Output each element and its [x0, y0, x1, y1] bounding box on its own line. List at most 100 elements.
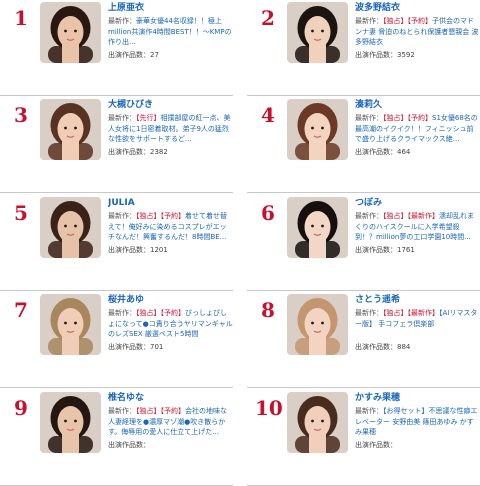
- latest-work[interactable]: 最新作：【独占】【予約】着せて着せ替えて！俺好みに染めるコスプレがエッチなんだ！…: [108, 211, 233, 242]
- work-tag: 【予約】: [407, 17, 433, 25]
- work-count: 出演作品数：701: [108, 342, 233, 352]
- actress-info: 桜井あゆ 最新作：【独占】【予約】ぴっしょぴしょになって●コ責り合うヤリマンギャ…: [108, 294, 233, 352]
- ranking-card[interactable]: 10 かすみ果穂 最新作：【お得セット】不思議な性癖エレベーター 安野由美 篠田…: [247, 390, 480, 486]
- actress-photo[interactable]: [40, 392, 101, 453]
- actress-photo[interactable]: [287, 197, 348, 258]
- latest-label: 最新作：: [108, 309, 136, 317]
- actress-name-link[interactable]: 桜井あゆ: [108, 294, 233, 307]
- latest-work[interactable]: 最新作：【独占】【予約】会社の地味な人妻経理を●濃厚マゾ潮●吹き散らかす。侮辱用…: [108, 406, 233, 437]
- work-count-value: 27: [150, 51, 159, 59]
- rank-number: 7: [14, 298, 28, 322]
- work-count-value: 1761: [397, 246, 415, 254]
- latest-label: 最新作：: [355, 17, 383, 25]
- work-count-value: 884: [397, 343, 411, 351]
- ranking-card[interactable]: 7 桜井あゆ 最新作：【独占】【予約】ぴっしょぴしょになって●コ責り合うヤリマン…: [0, 292, 233, 388]
- rank-number: 1: [14, 6, 28, 30]
- work-count-label: 出演作品数：: [355, 246, 397, 254]
- actress-name-link[interactable]: さとう遥希: [355, 294, 480, 307]
- work-tag: 【独占】: [136, 212, 161, 220]
- rank-number: 3: [14, 103, 28, 127]
- latest-label: 最新作：: [108, 212, 136, 220]
- actress-info: 大槻ひびき 最新作：【先行】相撲部屋の紅一点、美人女将に1日密着取材。弟子9人の…: [108, 99, 233, 157]
- work-count-label: 出演作品数：: [355, 51, 397, 59]
- latest-work[interactable]: 最新作：【独占】【最新作】【AIリマスター版】 手コフェラ倶楽部: [355, 308, 480, 339]
- work-count-value: 464: [397, 148, 411, 156]
- work-tag: 【予約】: [160, 407, 186, 415]
- actress-name-link[interactable]: かすみ果穂: [355, 392, 480, 405]
- rank-number: 8: [261, 298, 275, 322]
- work-tag: 【独占】: [383, 17, 408, 25]
- ranking-card[interactable]: 2 波多野結衣 最新作：【独占】【予約】子供会のマドンナ妻 脅迫のねとられ保護者…: [247, 0, 480, 96]
- actress-info: つぼみ 最新作：【独占】【最新作】濡却乱れまくりのハイスクールに入学希望殺到！？…: [355, 197, 480, 255]
- work-count: 出演作品数：1761: [355, 245, 480, 255]
- ranking-card[interactable]: 8 さとう遥希 最新作：【独占】【最新作】【AIリマスター版】 手コフェラ倶楽部…: [247, 292, 480, 388]
- actress-info: JULIA 最新作：【独占】【予約】着せて着せ替えて！俺好みに染めるコスプレがエ…: [108, 197, 233, 255]
- latest-label: 最新作：: [108, 17, 136, 25]
- rank-number: 2: [261, 6, 275, 30]
- rank-number: 9: [14, 396, 28, 420]
- ranking-card[interactable]: 3 大槻ひびき 最新作：【先行】相撲部屋の紅一点、美人女将に1日密着取材。弟子9…: [0, 97, 233, 193]
- work-count-value: 701: [150, 343, 164, 351]
- actress-photo[interactable]: [40, 294, 101, 355]
- work-tag: 【独占】: [136, 309, 161, 317]
- latest-work[interactable]: 最新作：【独占】【予約】ぴっしょぴしょになって●コ責り合うヤリマンギャルのレズS…: [108, 308, 233, 339]
- latest-work[interactable]: 最新作：豪華女優44名収録！！極上million共演作4時間BEST！！～KMP…: [108, 16, 233, 47]
- work-count: 出演作品数：2382: [108, 147, 233, 157]
- actress-info: 上原亜衣 最新作：豪華女優44名収録！！極上million共演作4時間BEST！…: [108, 2, 233, 60]
- latest-label: 最新作：: [355, 114, 383, 122]
- actress-name-link[interactable]: 椎名ゆな: [108, 392, 233, 405]
- latest-work[interactable]: 最新作：【独占】【予約】子供会のマドンナ妻 脅迫のねとられ保護者懇親会 波多野結…: [355, 16, 480, 47]
- work-count-label: 出演作品数：: [108, 246, 150, 254]
- actress-name-link[interactable]: 湊莉久: [355, 99, 480, 112]
- work-count: 出演作品数：3592: [355, 50, 480, 60]
- ranking-card[interactable]: 4 湊莉久 最新作：【独占】【予約】S1女優68名の最高潮のイクイク！！フィニッ…: [247, 97, 480, 193]
- work-count-label: 出演作品数：: [108, 148, 150, 156]
- actress-name-link[interactable]: 大槻ひびき: [108, 99, 233, 112]
- ranking-card[interactable]: 6 つぼみ 最新作：【独占】【最新作】濡却乱れまくりのハイスクールに入学希望殺到…: [247, 195, 480, 291]
- actress-name-link[interactable]: 波多野結衣: [355, 2, 480, 15]
- latest-work[interactable]: 最新作：【独占】【最新作】濡却乱れまくりのハイスクールに入学希望殺到！？mill…: [355, 211, 480, 242]
- work-tag: 【最新作】: [407, 309, 440, 317]
- actress-photo[interactable]: [287, 2, 348, 63]
- work-count-value: 2382: [150, 148, 168, 156]
- latest-work[interactable]: 最新作：【先行】相撲部屋の紅一点、美人女将に1日密着取材。弟子9人の猛烈な性欲を…: [108, 113, 233, 144]
- actress-photo[interactable]: [40, 99, 101, 160]
- actress-photo[interactable]: [40, 197, 101, 258]
- work-count-label: 出演作品数：: [108, 441, 150, 449]
- ranking-card[interactable]: 5 JULIA 最新作：【独占】【予約】着せて着せ替えて！俺好みに染めるコスプレ…: [0, 195, 233, 291]
- work-count: 出演作品数：1201: [108, 245, 233, 255]
- work-count-value: 3592: [397, 51, 415, 59]
- work-count: 出演作品数：884: [355, 342, 480, 352]
- latest-label: 最新作：: [355, 212, 383, 220]
- actress-info: さとう遥希 最新作：【独占】【最新作】【AIリマスター版】 手コフェラ倶楽部 出…: [355, 294, 480, 352]
- actress-photo[interactable]: [287, 392, 348, 453]
- work-count: 出演作品数：464: [355, 147, 480, 157]
- work-tag: 【予約】: [160, 309, 186, 317]
- work-tag: 【独占】: [136, 407, 161, 415]
- work-count-label: 出演作品数：: [108, 343, 150, 351]
- work-tag: 【独占】: [383, 114, 408, 122]
- latest-label: 最新作：: [355, 407, 383, 415]
- actress-info: かすみ果穂 最新作：【お得セット】不思議な性癖エレベーター 安野由美 篠田あゆみ…: [355, 392, 480, 450]
- actress-photo[interactable]: [287, 294, 348, 355]
- work-tag: 【独占】: [383, 309, 408, 317]
- work-tag: 【独占】: [383, 212, 408, 220]
- latest-work[interactable]: 最新作：【お得セット】不思議な性癖エレベーター 安野由美 篠田あゆみ かすみ果穂: [355, 406, 480, 437]
- work-count: 出演作品数：27: [108, 50, 233, 60]
- rank-number: 6: [261, 201, 275, 225]
- work-tag: 【先行】: [136, 114, 161, 122]
- actress-info: 椎名ゆな 最新作：【独占】【予約】会社の地味な人妻経理を●濃厚マゾ潮●吹き散らか…: [108, 392, 233, 450]
- latest-work[interactable]: 最新作：【独占】【予約】S1女優68名の最高潮のイクイク！！フィニッシュ前で盛り…: [355, 113, 480, 144]
- actress-name-link[interactable]: つぼみ: [355, 197, 480, 210]
- ranking-card[interactable]: 9 椎名ゆな 最新作：【独占】【予約】会社の地味な人妻経理を●濃厚マゾ潮●吹き散…: [0, 390, 233, 486]
- actress-name-link[interactable]: 上原亜衣: [108, 2, 233, 15]
- rank-number: 4: [261, 103, 275, 127]
- actress-info: 湊莉久 最新作：【独占】【予約】S1女優68名の最高潮のイクイク！！フィニッシュ…: [355, 99, 480, 157]
- actress-photo[interactable]: [287, 99, 348, 160]
- rank-number: 10: [255, 396, 283, 420]
- actress-photo[interactable]: [40, 2, 101, 63]
- rank-number: 5: [14, 201, 28, 225]
- work-count-value: 1201: [150, 246, 168, 254]
- actress-name-link[interactable]: JULIA: [108, 197, 233, 210]
- ranking-card[interactable]: 1 上原亜衣 最新作：豪華女優44名収録！！極上million共演作4時間BES…: [0, 0, 233, 96]
